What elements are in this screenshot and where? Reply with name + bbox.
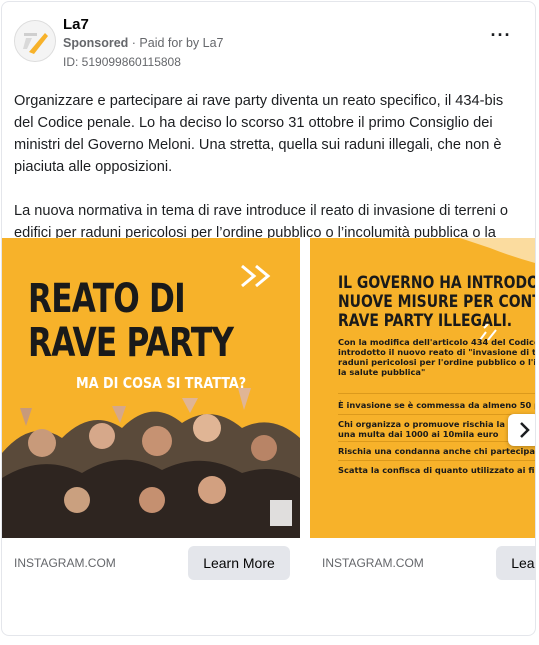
learn-more-button[interactable]: Learn More [496,546,535,580]
carousel-image-2[interactable]: IL GOVERNO HA INTRODOTTO DELLE NUOVE MIS… [310,238,536,538]
more-horizontal-icon[interactable]: ··· [489,26,513,46]
link-domain: INSTAGRAM.COM [14,556,116,570]
slide1-title-line2: RAVE PARTY [28,320,234,366]
slide2-item-2: Chi organizza o promuove rischia la recl… [338,419,535,439]
advertiser-avatar[interactable] [14,20,56,62]
learn-more-button[interactable]: Learn More [188,546,290,580]
slide2-item-4: Scatta la confisca di quanto utilizzato … [338,465,535,475]
slide2-item-3: Rischia una condanna anche chi partecipa… [338,446,535,456]
divider [338,393,535,394]
sponsored-meta: Sponsored · Paid for by La7 [63,36,224,50]
chevron-right-icon [520,422,530,438]
divider [338,441,535,442]
post-header: La7 Sponsored · Paid for by La7 ID: 5190… [14,16,523,72]
paid-for-name[interactable]: La7 [203,36,224,50]
link-domain: INSTAGRAM.COM [322,556,424,570]
slide2-intro: Con la modifica dell'articolo 434 del Co… [338,337,536,377]
body-paragraph-1: Organizzare e partecipare ai rave party … [14,93,504,175]
advertiser-name[interactable]: La7 [63,16,89,33]
carousel-image-1[interactable]: REATO DI RAVE PARTY MA DI COSA SI TRATTA… [2,238,300,538]
carousel-card-2[interactable]: IL GOVERNO HA INTRODOTTO DELLE NUOVE MIS… [310,238,536,583]
ad-carousel: REATO DI RAVE PARTY MA DI COSA SI TRATTA… [2,238,536,583]
ad-id: ID: 519099860115808 [63,55,181,69]
carousel-footer-2: INSTAGRAM.COM Learn More [310,538,535,583]
ad-post-card: La7 Sponsored · Paid for by La7 ID: 5190… [1,1,536,636]
slide1-subtitle: MA DI COSA SI TRATTA? [76,374,247,392]
carousel-next-button[interactable] [508,414,535,446]
paid-for-label: · Paid for by [131,36,200,50]
slide2-title-line2: NUOVE MISURE PER CONTRASTARE I [338,292,535,312]
slide2-title-line1: IL GOVERNO HA INTRODOTTO DELLE [338,273,535,293]
divider [338,460,535,461]
carousel-footer-1: INSTAGRAM.COM Learn More [2,538,300,583]
sponsored-label: Sponsored [63,36,129,50]
carousel-card-1[interactable]: REATO DI RAVE PARTY MA DI COSA SI TRATTA… [2,238,300,583]
slide2-item-1: È invasione se è commessa da almeno 50 p… [338,400,535,410]
double-chevron-icon [241,264,271,288]
slide1-title-line1: REATO DI [28,276,186,322]
la7-logo-icon [15,21,55,61]
divider [338,414,535,415]
slide2-title-line3: RAVE PARTY ILLEGALI. [338,311,513,331]
